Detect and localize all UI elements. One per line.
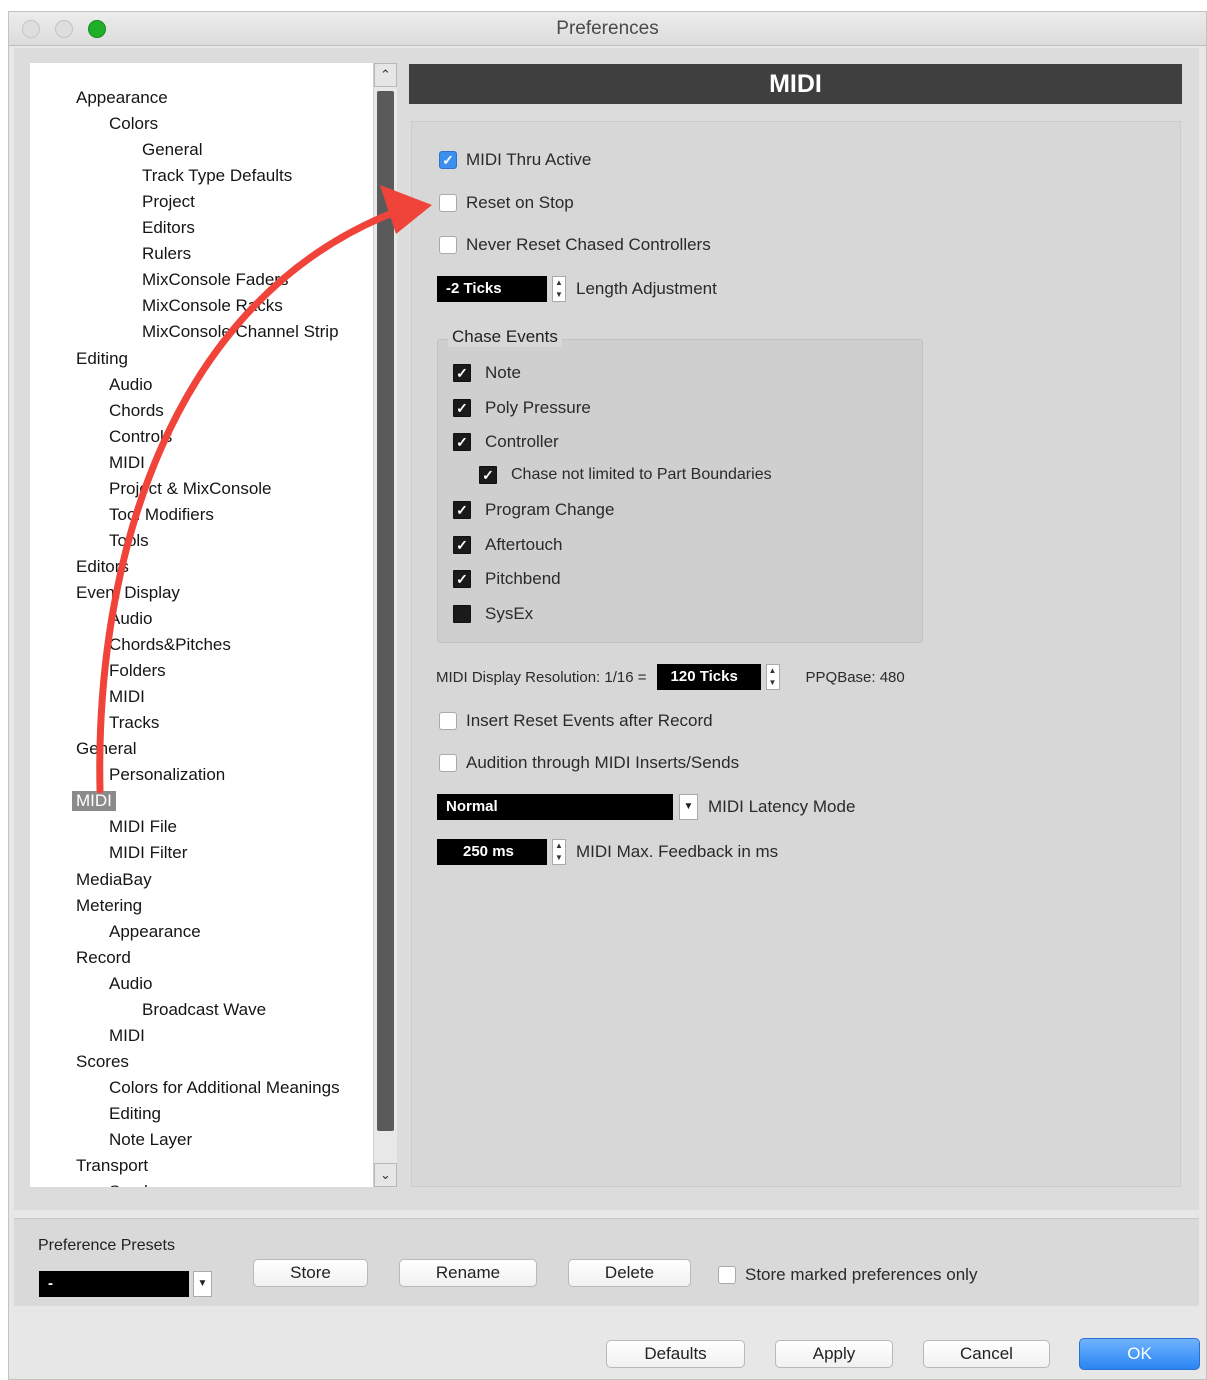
annotation-arrow — [96, 185, 432, 794]
